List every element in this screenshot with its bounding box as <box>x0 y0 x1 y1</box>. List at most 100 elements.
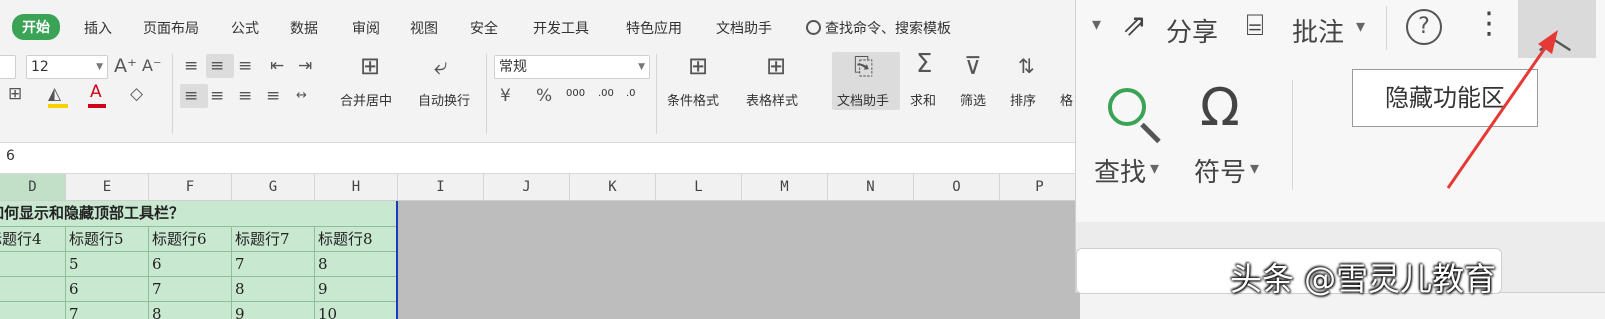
tab-insert[interactable]: 插入 <box>84 18 112 38</box>
font-shrink-icon[interactable]: A⁻ <box>142 56 161 76</box>
table-cell[interactable]: 7 <box>149 277 232 302</box>
merge-center-label[interactable]: 合并居中 <box>340 90 392 109</box>
symbol-label[interactable]: 符号 <box>1194 152 1246 189</box>
tab-view[interactable]: 视图 <box>410 18 438 38</box>
font-grow-icon[interactable]: A⁺ <box>114 56 137 76</box>
column-f[interactable]: F <box>149 174 232 200</box>
indent-decrease-icon[interactable]: ⇤ <box>270 56 284 76</box>
symbol-icon[interactable]: Ω <box>1200 78 1240 138</box>
column-h[interactable]: H <box>315 174 398 200</box>
table-cell[interactable]: 7 <box>232 252 315 277</box>
chevron-down-icon[interactable]: ▾ <box>1356 16 1365 37</box>
percent-icon[interactable]: % <box>536 86 552 106</box>
column-p[interactable]: P <box>1000 174 1080 200</box>
column-j[interactable]: J <box>484 174 570 200</box>
table-cell[interactable]: 9 <box>232 302 315 319</box>
tab-special[interactable]: 特色应用 <box>626 18 682 38</box>
command-search[interactable]: 查找命令、搜索模板 <box>806 18 951 38</box>
help-icon[interactable]: ? <box>1406 9 1442 45</box>
doc-helper-icon[interactable]: ⎘ <box>854 54 873 78</box>
find-label[interactable]: 查找 <box>1094 152 1146 189</box>
table-cell[interactable]: 5 <box>66 252 149 277</box>
conditional-format-label[interactable]: 条件格式 <box>667 90 719 109</box>
column-n[interactable]: N <box>828 174 914 200</box>
header-cell[interactable]: 标题行5 <box>66 227 149 252</box>
distributed-icon[interactable]: ↔ <box>296 86 307 106</box>
chevron-down-icon[interactable]: ▾ <box>1150 158 1159 179</box>
align-bottom-icon[interactable]: ≡ <box>238 56 252 76</box>
borders-icon[interactable]: ⊞ <box>8 84 22 104</box>
font-size-select[interactable]: 12 ▼ <box>26 55 108 79</box>
tab-security[interactable]: 安全 <box>470 18 498 38</box>
font-color-icon[interactable]: A <box>90 82 102 102</box>
annotate-label[interactable]: 批注 <box>1292 12 1344 49</box>
column-e[interactable]: E <box>66 174 149 200</box>
table-cell[interactable]: 8 <box>232 277 315 302</box>
share-icon[interactable]: ⇗ <box>1122 8 1147 43</box>
column-k[interactable]: K <box>570 174 656 200</box>
sheet-title-cell[interactable]: 如何显示和隐藏顶部工具栏？ <box>0 201 396 227</box>
table-cell[interactable]: 6 <box>66 277 149 302</box>
tab-review[interactable]: 审阅 <box>352 18 380 38</box>
table-cell[interactable] <box>0 252 66 277</box>
filter-label[interactable]: 筛选 <box>960 90 986 109</box>
sum-icon[interactable]: Σ <box>916 51 932 77</box>
currency-icon[interactable]: ¥ <box>500 86 511 106</box>
font-family-select[interactable] <box>0 55 16 79</box>
merge-center-icon[interactable]: ⊞ <box>360 54 380 78</box>
formula-bar[interactable]: 6 <box>0 142 1080 174</box>
header-cell[interactable]: 标题行4 <box>0 227 66 252</box>
header-cell[interactable]: 标题行8 <box>315 227 396 252</box>
fill-color-icon[interactable]: ◭ <box>48 84 61 104</box>
table-style-label[interactable]: 表格样式 <box>746 90 798 109</box>
chevron-down-icon[interactable]: ▾ <box>1250 158 1259 179</box>
column-m[interactable]: M <box>742 174 828 200</box>
justify-icon[interactable]: ≡ <box>266 86 280 106</box>
decimal-increase[interactable]: .00 <box>598 88 614 99</box>
column-d[interactable]: D <box>0 174 66 200</box>
table-cell[interactable] <box>0 277 66 302</box>
align-right-icon[interactable]: ≡ <box>238 86 252 106</box>
sheet-empty-area[interactable] <box>398 201 1080 319</box>
tab-data[interactable]: 数据 <box>290 18 318 38</box>
column-g[interactable]: G <box>232 174 315 200</box>
table-cell[interactable]: 7 <box>66 302 149 319</box>
table-cell[interactable]: 9 <box>315 277 396 302</box>
conditional-format-icon[interactable]: ⊞ <box>688 54 708 78</box>
tab-home[interactable]: 开始 <box>12 14 60 40</box>
sort-icon[interactable]: ⇅ <box>1018 56 1035 76</box>
sort-label[interactable]: 排序 <box>1010 90 1036 109</box>
annotate-icon[interactable]: ⌸ <box>1246 8 1264 43</box>
column-o[interactable]: O <box>914 174 1000 200</box>
wrap-text-icon[interactable]: ⤶ <box>434 54 447 78</box>
align-top-icon[interactable]: ≡ <box>184 56 198 76</box>
decimal-decrease[interactable]: .0 <box>626 88 636 99</box>
thousands-separator[interactable]: 000 <box>566 88 585 99</box>
number-format-select[interactable]: 常规 ▼ <box>494 55 650 79</box>
table-cell[interactable]: 10 <box>315 302 396 319</box>
indent-increase-icon[interactable]: ⇥ <box>298 56 312 76</box>
column-l[interactable]: L <box>656 174 742 200</box>
find-icon[interactable] <box>1108 88 1146 126</box>
filter-icon[interactable]: ⊽ <box>964 54 982 78</box>
table-style-icon[interactable]: ⊞ <box>766 54 786 78</box>
tab-page-layout[interactable]: 页面布局 <box>143 18 199 38</box>
align-left-icon[interactable]: ≡ <box>184 86 198 106</box>
chevron-down-icon[interactable]: ▾ <box>1092 14 1101 35</box>
header-cell[interactable]: 标题行7 <box>232 227 315 252</box>
table-cell[interactable]: 6 <box>149 252 232 277</box>
tab-formula[interactable]: 公式 <box>231 18 259 38</box>
sheet-grid[interactable]: 如何显示和隐藏顶部工具栏？ 标题行4 标题行5 标题行6 标题行7 标题行8 5… <box>0 201 398 319</box>
tab-doc-helper[interactable]: 文档助手 <box>716 18 772 38</box>
wrap-text-label[interactable]: 自动换行 <box>418 90 470 109</box>
format-label[interactable]: 格 <box>1060 90 1073 109</box>
doc-helper-label[interactable]: 文档助手 <box>837 90 889 109</box>
column-i[interactable]: I <box>398 174 484 200</box>
table-cell[interactable] <box>0 302 66 319</box>
header-cell[interactable]: 标题行6 <box>149 227 232 252</box>
clear-format-icon[interactable]: ◇ <box>130 84 143 104</box>
table-cell[interactable]: 8 <box>315 252 396 277</box>
table-cell[interactable]: 8 <box>149 302 232 319</box>
share-label[interactable]: 分享 <box>1166 12 1218 49</box>
tab-developer[interactable]: 开发工具 <box>533 18 589 38</box>
